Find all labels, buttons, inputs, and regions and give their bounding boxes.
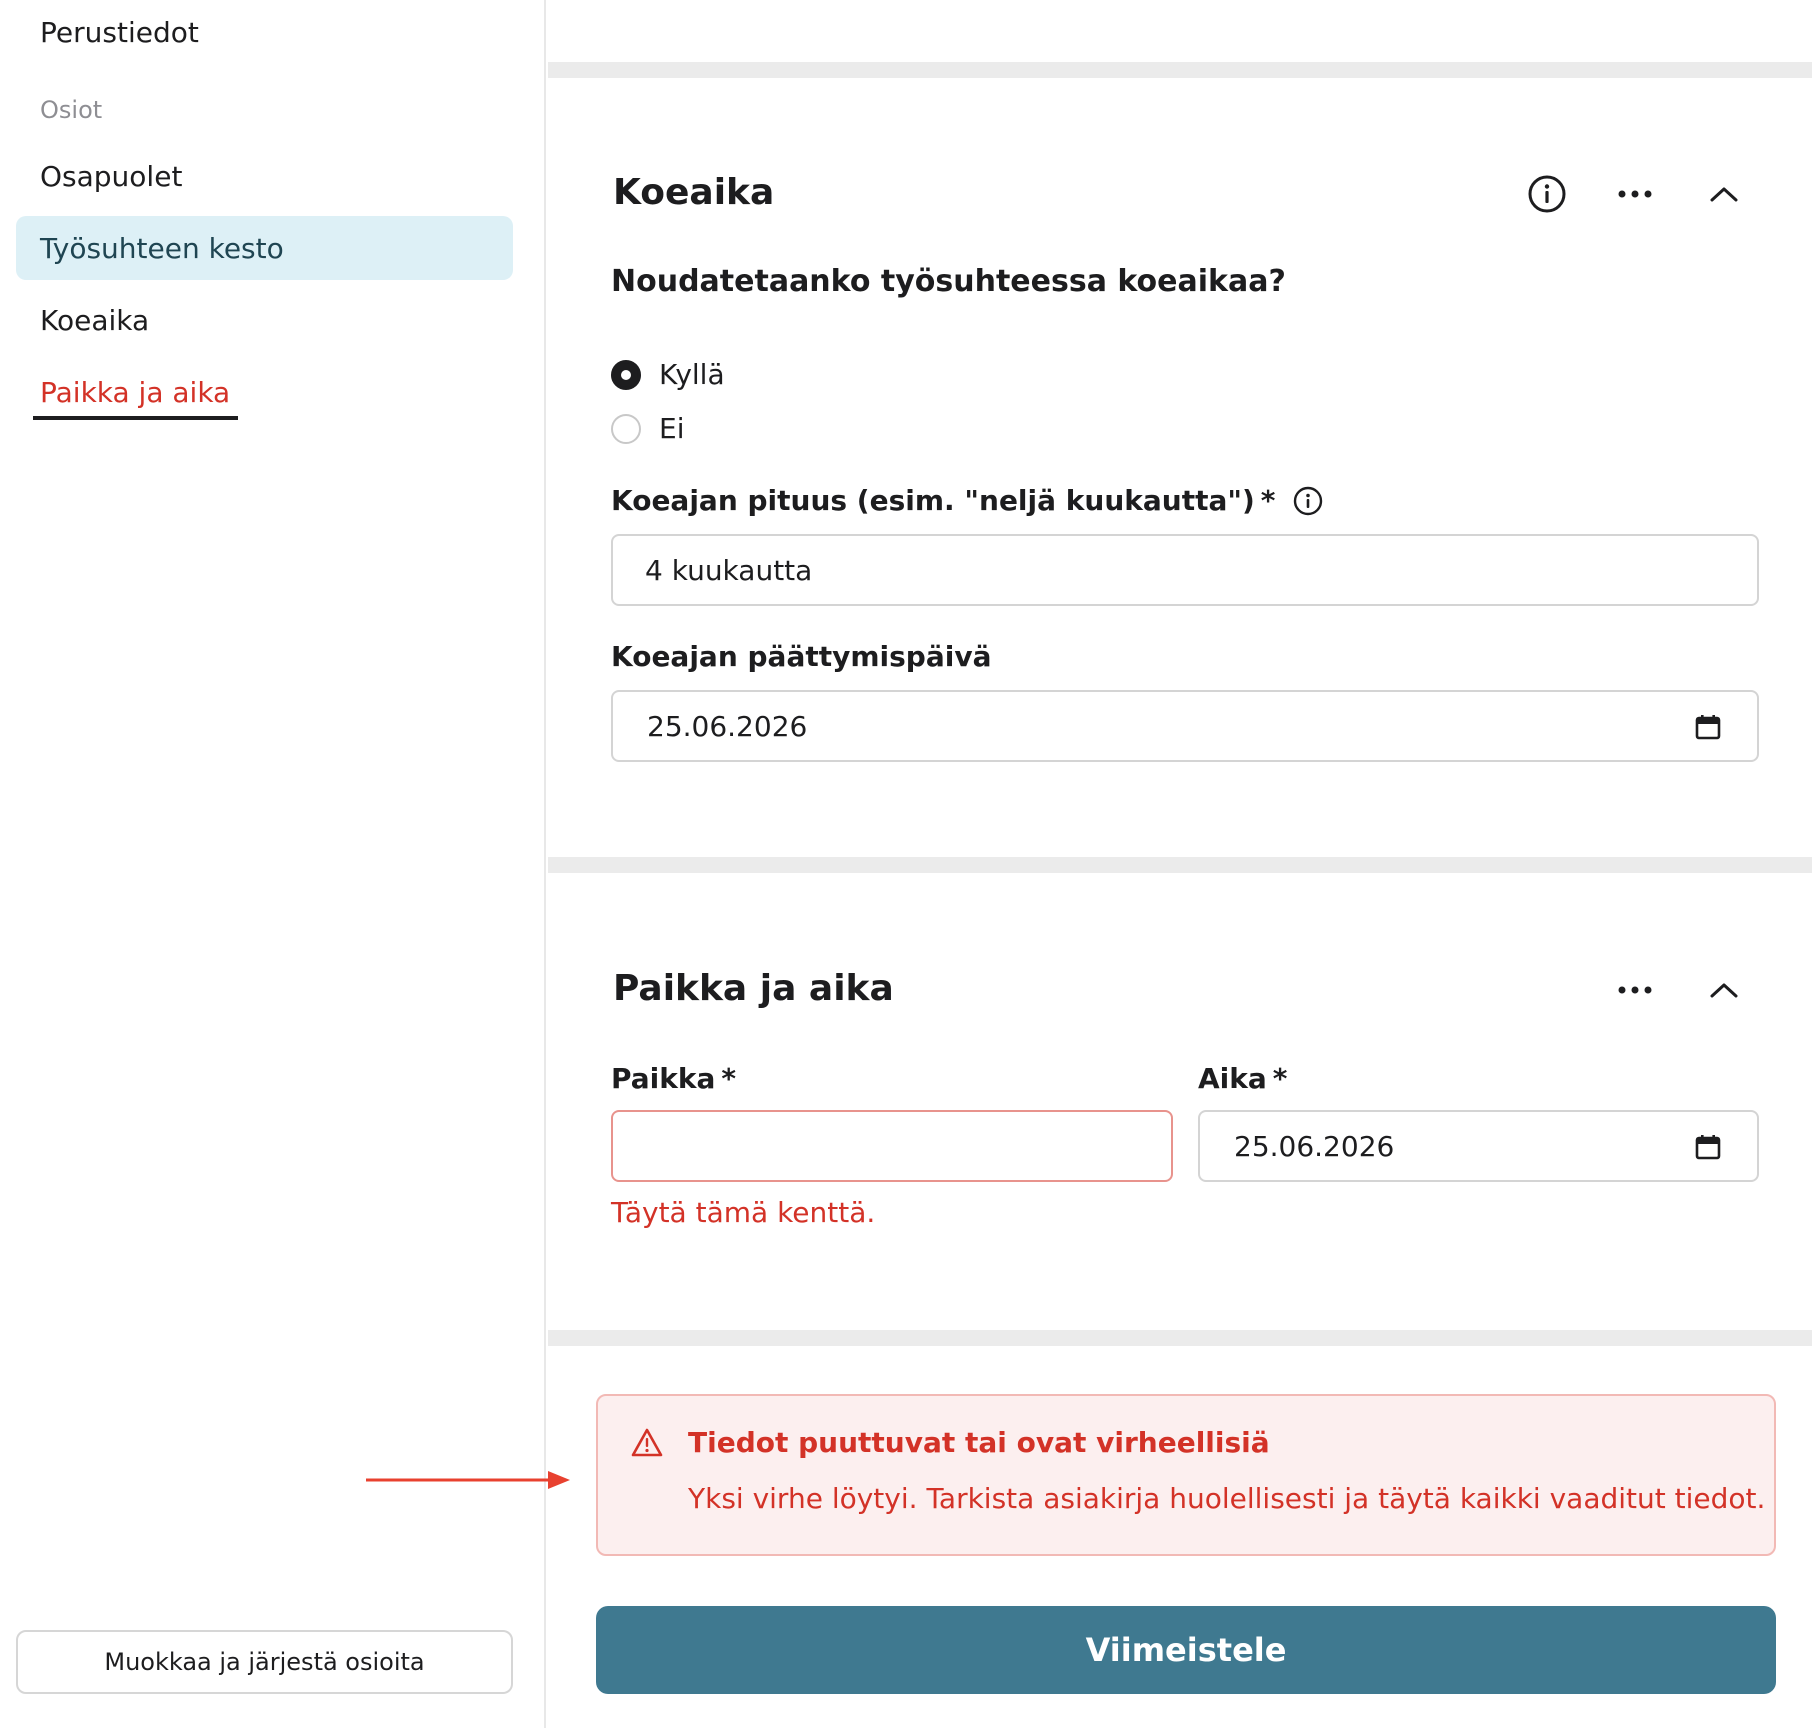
error-banner-title: Tiedot puuttuvat tai ovat virheellisiä <box>688 1426 1270 1459</box>
trial-end-date-input[interactable]: 25.06.2026 <box>611 690 1759 762</box>
trial-length-input[interactable]: 4 kuukautta <box>611 534 1759 606</box>
radio-button[interactable] <box>611 413 641 444</box>
length-label-text: Koeajan pituus (esim. "neljä kuukautta") <box>611 484 1255 517</box>
sidebar-item-tyosuhteen-kesto[interactable]: Työsuhteen kesto <box>16 216 513 280</box>
warning-icon <box>631 1428 663 1457</box>
radio-option-kylla[interactable]: Kyllä <box>611 358 725 391</box>
time-label-text: Aika <box>1198 1062 1267 1095</box>
length-field-label: Koeajan pituus (esim. "neljä kuukautta")… <box>611 484 1323 517</box>
chevron-up-icon[interactable] <box>1700 966 1748 1014</box>
time-date-input[interactable]: 25.06.2026 <box>1198 1110 1759 1182</box>
more-icon[interactable] <box>1611 966 1659 1014</box>
sidebar-item-label: Paikka ja aika <box>40 375 231 409</box>
radio-label: Ei <box>659 412 685 445</box>
active-underline <box>33 416 238 420</box>
place-input[interactable] <box>611 1110 1173 1182</box>
sidebar-item-label: Perustiedot <box>40 15 199 49</box>
radio-option-ei[interactable]: Ei <box>611 412 684 445</box>
end-date-label-text: Koeajan päättymispäivä <box>611 640 992 673</box>
end-date-field-label: Koeajan päättymispäivä <box>611 640 991 673</box>
calendar-icon[interactable] <box>1695 1134 1721 1160</box>
place-label-text: Paikka <box>611 1062 716 1095</box>
sidebar-item-perustiedot[interactable]: Perustiedot <box>16 0 513 64</box>
error-banner: Tiedot puuttuvat tai ovat virheellisiä Y… <box>596 1394 1776 1556</box>
sidebar-item-label: Koeaika <box>40 303 150 337</box>
trial-length-value: 4 kuukautta <box>645 553 813 587</box>
chevron-up-icon[interactable] <box>1700 170 1748 218</box>
trial-end-date-value: 25.06.2026 <box>647 709 808 743</box>
finish-button[interactable]: Viimeistele <box>596 1606 1776 1694</box>
sidebar-item-paikka-ja-aika[interactable]: Paikka ja aika <box>16 360 513 424</box>
koeaika-question: Noudatetaanko työsuhteessa koeaikaa? <box>611 264 1286 299</box>
radio-label: Kyllä <box>659 358 725 391</box>
required-marker: * <box>1260 484 1276 517</box>
calendar-icon[interactable] <box>1695 714 1721 740</box>
sidebar-item-label: Osapuolet <box>40 159 183 193</box>
sidebar-item-koeaika[interactable]: Koeaika <box>16 288 513 352</box>
sidebar-item-osapuolet[interactable]: Osapuolet <box>16 144 513 208</box>
sidebar-section-heading: Osiot <box>40 96 103 124</box>
arrow-right-icon <box>366 1471 570 1489</box>
time-field-label: Aika * <box>1198 1062 1287 1095</box>
paikka-title: Paikka ja aika <box>613 968 894 1009</box>
koeaika-title: Koeaika <box>613 172 775 213</box>
card-separator <box>548 62 1812 78</box>
error-banner-message: Yksi virhe löytyi. Tarkista asiakirja hu… <box>688 1482 1766 1515</box>
edit-sections-button[interactable]: Muokkaa ja järjestä osioita <box>16 1630 513 1694</box>
time-date-value: 25.06.2026 <box>1234 1129 1395 1163</box>
info-icon[interactable] <box>1523 170 1571 218</box>
app-root: Perustiedot Osiot Osapuolet Työsuhteen k… <box>0 0 1812 1728</box>
card-separator <box>548 857 1812 873</box>
radio-button-checked[interactable] <box>611 359 641 390</box>
sidebar-item-label: Työsuhteen kesto <box>40 231 284 265</box>
place-error-message: Täytä tämä kenttä. <box>611 1196 876 1229</box>
card-separator <box>548 1330 1812 1346</box>
required-marker: * <box>1272 1062 1288 1095</box>
required-marker: * <box>721 1062 737 1095</box>
main-content: Koeaika Noudatetaanko työsuhteessa koeai… <box>548 0 1812 1728</box>
info-icon[interactable] <box>1293 486 1323 516</box>
place-field-label: Paikka * <box>611 1062 736 1095</box>
more-icon[interactable] <box>1611 170 1659 218</box>
